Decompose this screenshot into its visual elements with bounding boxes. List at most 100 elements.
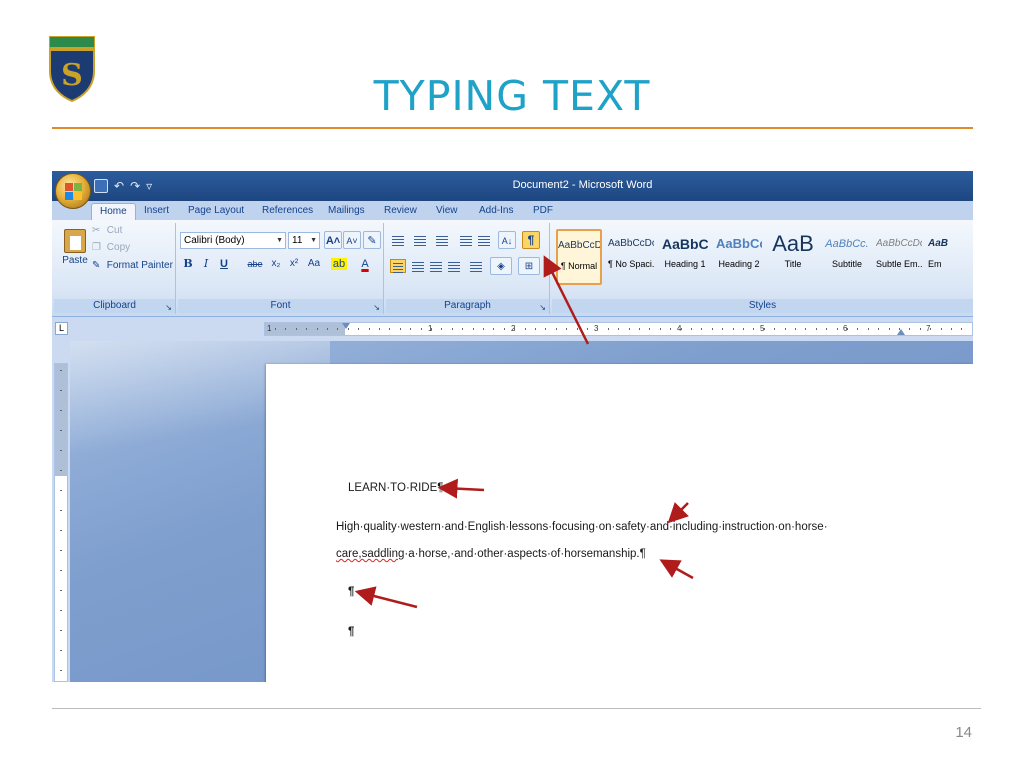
ruler-tick [493,328,494,330]
format-painter-button[interactable]: ✎ Format Painter [92,260,173,271]
office-button[interactable] [55,173,91,209]
ruler-tick [400,328,401,330]
ruler-tick [889,328,890,330]
multilevel-list-icon[interactable] [434,233,450,247]
vertical-ruler[interactable] [54,363,68,682]
style-heading-2[interactable]: AaBbCc Heading 2 [716,229,762,285]
align-right-icon[interactable] [428,259,444,273]
show-hide-paragraph-button[interactable]: ¶ [522,231,540,249]
bold-button[interactable]: B [180,255,196,273]
tab-references[interactable]: References [262,203,313,220]
clipboard-launcher-icon[interactable]: ↘ [165,303,172,312]
align-center-icon[interactable] [410,259,426,273]
bullets-icon[interactable] [390,233,406,247]
tab-add-ins[interactable]: Add-Ins [479,203,513,220]
justify-icon[interactable] [446,259,462,273]
empty-paragraph-mark[interactable]: ¶ [348,586,354,598]
align-left-icon[interactable] [390,259,406,273]
ruler-tick [60,490,62,491]
ruler-tick [785,328,786,330]
ruler-tick [774,328,775,330]
paste-button[interactable]: Paste [60,229,90,285]
ruler-tick [348,328,349,330]
font-size-box[interactable]: 11 ▼ [288,232,320,249]
font-group-label: Font [178,299,383,313]
shrink-font-button[interactable]: A˅ [343,231,361,249]
paragraph-group-label: Paragraph [386,299,549,313]
style-sample: AaBbC [662,236,708,252]
style-sample: AaBbCc. [825,238,869,250]
ruler-tick [60,650,62,651]
doc-paragraph-line-1[interactable]: High·quality·western·and·English·lessons… [336,521,828,533]
underline-button[interactable]: U [216,255,232,273]
ruler-tick [60,610,62,611]
clipboard-group: Paste ✂ Cut ❐ Copy ✎ Format Painter Clip… [54,223,176,314]
chevron-down-icon: ▼ [310,237,317,244]
cut-button[interactable]: ✂ Cut [92,225,122,236]
style-normal[interactable]: AaBbCcDc ¶ Normal [556,229,602,285]
decrease-indent-icon[interactable] [458,233,474,247]
grow-font-button[interactable]: A˄ [324,231,342,249]
style-emphasis[interactable]: AaB Em [928,229,973,285]
font-name-box[interactable]: Calibri (Body) ▼ [180,232,286,249]
chevron-down-icon: ▼ [276,237,283,244]
tab-mailings[interactable]: Mailings [328,203,365,220]
title-bar: ↶ ↷ ▿ Document2 - Microsoft Word [52,171,973,201]
line-spacing-icon[interactable] [468,259,484,273]
ruler-tick [421,328,422,330]
tab-pdf[interactable]: PDF [533,203,553,220]
tab-home[interactable]: Home [91,203,136,220]
clear-formatting-icon[interactable]: ✎ [363,231,381,249]
ruler-tick [410,328,411,330]
ribbon-tabs: Home Insert Page Layout References Maili… [52,201,973,220]
horizontal-ruler[interactable]: 1 1 2 3 4 5 6 7 [264,322,973,336]
empty-paragraph-mark[interactable]: ¶ [348,626,354,638]
cut-label: Cut [106,225,123,236]
style-no-spacing[interactable]: AaBbCcDc ¶ No Spaci... [608,229,654,285]
doc-heading-line[interactable]: LEARN·TO·RIDE¶ [348,482,443,494]
numbering-icon[interactable] [412,233,428,247]
doc-paragraph-line-2[interactable]: care,saddling·a·horse,·and·other·aspects… [336,548,646,560]
ruler-tick [60,470,62,471]
highlight-icon[interactable]: ab [328,255,350,273]
ruler-tick [837,328,838,330]
italic-button[interactable]: I [198,255,214,273]
change-case-button[interactable]: Aa [304,255,324,273]
copy-button[interactable]: ❐ Copy [92,242,130,253]
ruler-tick [743,328,744,330]
tab-view[interactable]: View [436,203,458,220]
paste-label: Paste [62,255,88,266]
font-color-icon[interactable]: A [354,255,376,273]
style-name: Heading 2 [718,259,760,269]
increase-indent-icon[interactable] [476,233,492,247]
strikethrough-button[interactable]: abe [244,255,266,273]
ruler-tick [431,328,432,330]
font-name-value: Calibri (Body) [184,235,245,246]
tab-selector-button[interactable]: L [55,322,68,335]
ruler-tick [961,328,962,330]
style-title[interactable]: AaB Title [770,229,816,285]
tab-insert[interactable]: Insert [144,203,169,220]
sort-icon[interactable]: A↓ [498,231,516,249]
borders-icon[interactable]: ⊞ [518,257,540,275]
style-heading-1[interactable]: AaBbC Heading 1 [662,229,708,285]
ruler-tick [660,328,661,330]
style-subtle-emphasis[interactable]: AaBbCcDc Subtle Em... [876,229,922,285]
ruler-tick [306,328,307,330]
ruler-tick [951,328,952,330]
shading-icon[interactable]: ◈ [490,257,512,275]
ruler-tick [597,328,598,330]
paragraph-launcher-icon[interactable]: ↘ [539,303,546,312]
ruler-tick [649,328,650,330]
tab-review[interactable]: Review [384,203,417,220]
font-launcher-icon[interactable]: ↘ [373,303,380,312]
ruler-top-margin [55,364,67,476]
style-subtitle[interactable]: AaBbCc. Subtitle [824,229,870,285]
spelling-error[interactable]: care,saddling [336,548,404,560]
superscript-button[interactable]: x² [286,255,302,273]
slide-title: TYPING TEXT [373,72,651,120]
ruler-tick [60,590,62,591]
subscript-button[interactable]: x₂ [268,255,284,273]
paragraph-group: A↓ ¶ ◈ ⊞ Paragraph ↘ [386,223,550,314]
tab-page-layout[interactable]: Page Layout [188,203,244,220]
